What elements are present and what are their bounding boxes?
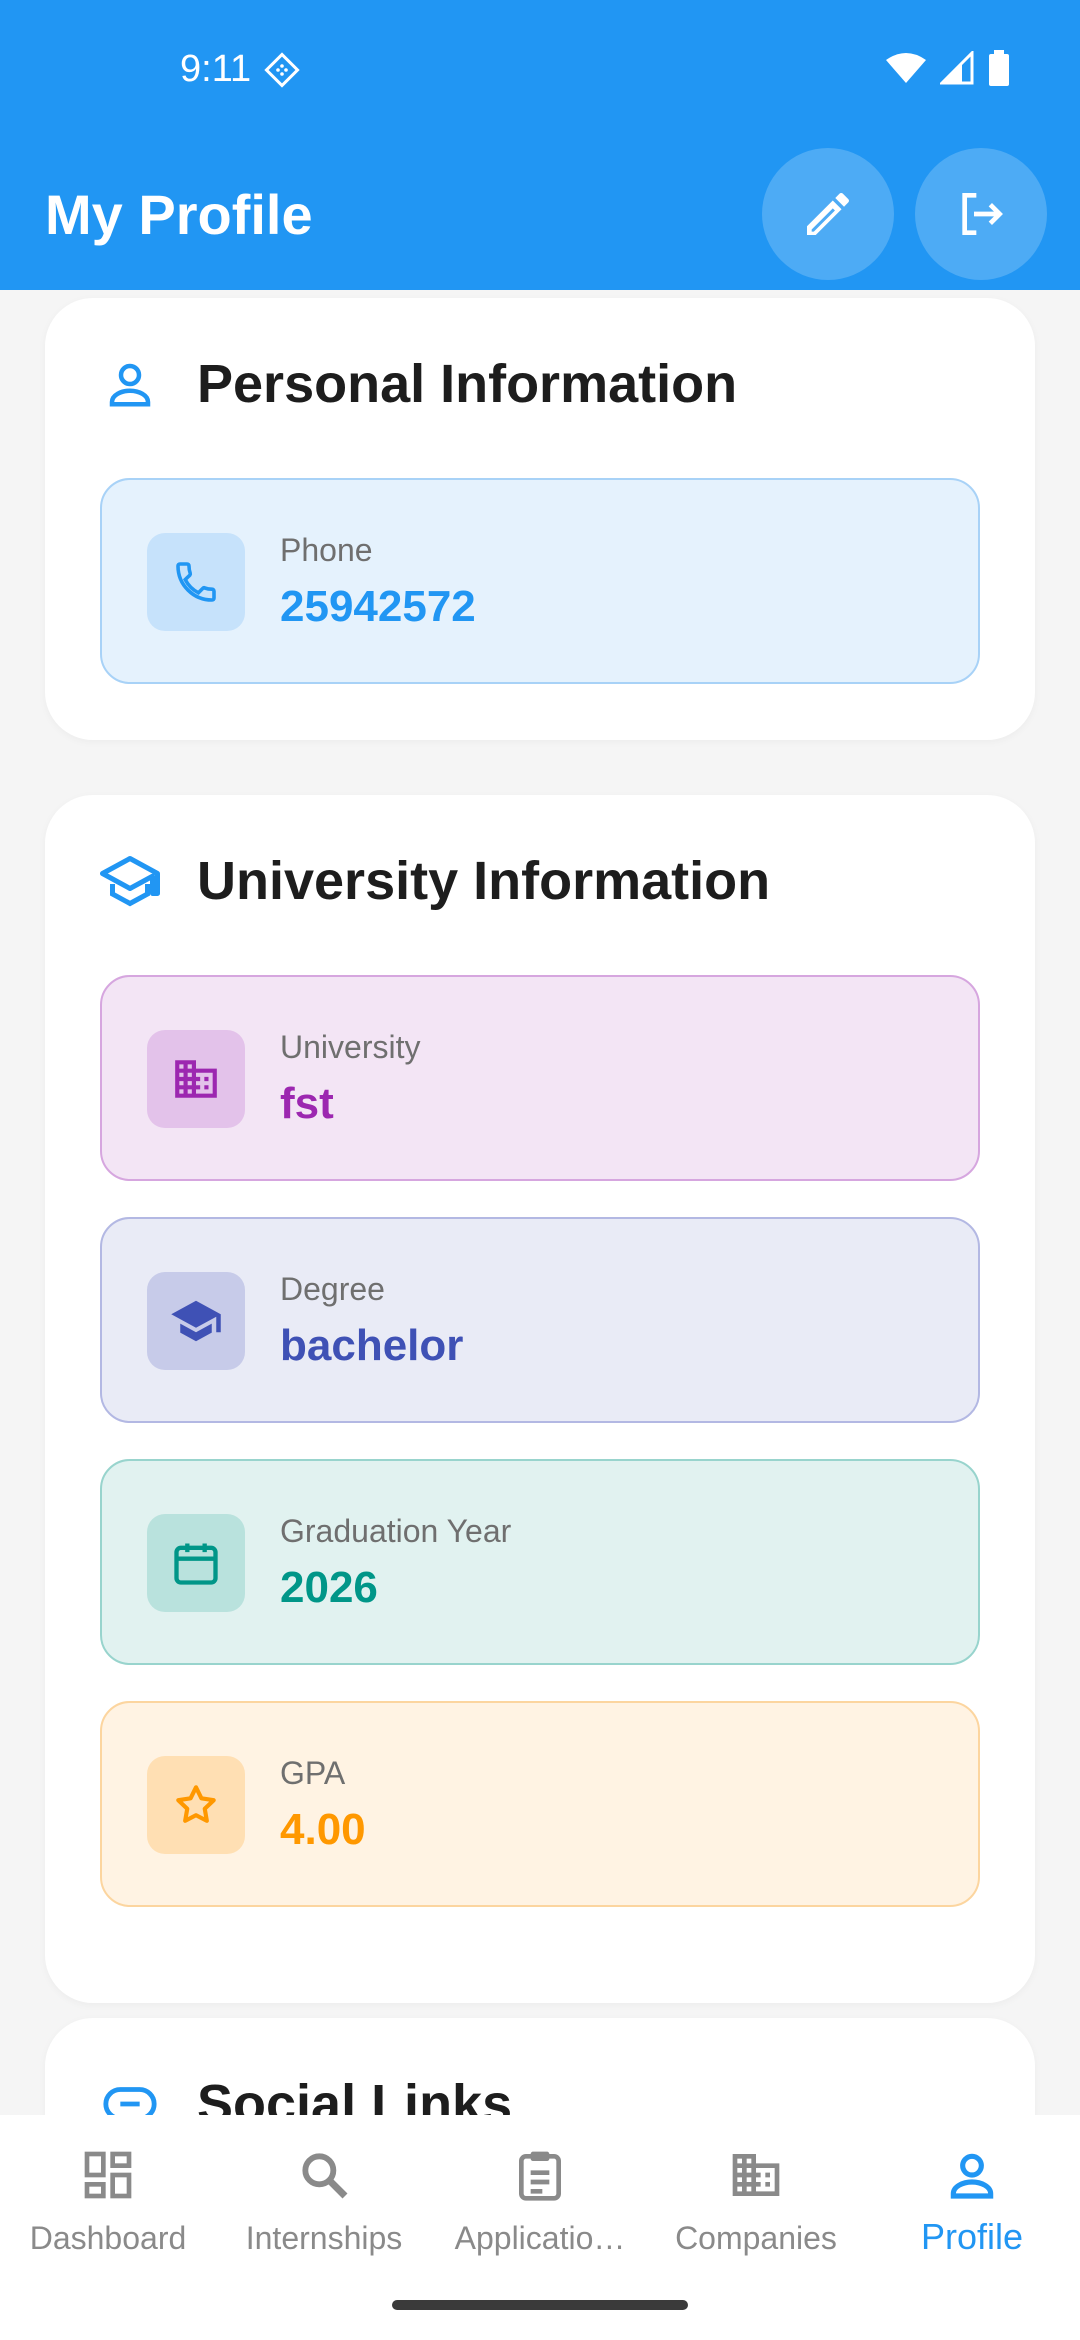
personal-info-header: Personal Information [100,353,737,415]
degree-label: Degree [280,1271,385,1307]
logout-icon [962,193,1003,235]
phone-icon [147,533,245,631]
pencil-icon [807,192,849,235]
status-icons [886,50,1010,86]
building-icon [648,2140,864,2210]
nav-dashboard-label: Dashboard [29,2220,187,2256]
signal-icon [940,51,974,85]
gpa-value: 4.00 [280,1805,366,1854]
person-icon [864,2140,1080,2210]
logout-button[interactable] [915,148,1047,280]
nav-internships[interactable]: Internships [216,2140,432,2270]
graduation-year-info: Graduation Year 2026 [100,1459,980,1665]
calendar-icon [147,1514,245,1612]
nav-dashboard[interactable]: Dashboard [0,2140,216,2270]
link-icon [100,2074,160,2115]
social-links-header: Social Links [100,2073,512,2115]
profile-screen: 9:11 My Profile Personal Information Pho… [0,0,1080,2340]
degree-value: bachelor [280,1321,464,1370]
personal-info-card: Personal Information Phone 25942572 [45,298,1035,740]
sim-card-icon [264,52,300,88]
nav-applications[interactable]: Applicatio… [432,2140,648,2270]
degree-info: Degree bachelor [100,1217,980,1423]
app-bar: 9:11 My Profile [0,0,1080,290]
phone-label: Phone [280,532,373,568]
phone-info: Phone 25942572 [100,478,980,684]
social-links-card: Social Links [45,2018,1035,2115]
clipboard-icon [432,2140,648,2210]
nav-companies-label: Companies [675,2220,837,2256]
university-info-card: University Information University fst De… [45,795,1035,2003]
phone-value: 25942572 [280,582,476,631]
university-value: fst [280,1079,334,1128]
nav-profile[interactable]: Profile [864,2140,1080,2270]
status-time: 9:11 [180,48,252,90]
graduation-cap-icon [147,1272,245,1370]
university-info-header: University Information [100,850,770,912]
edit-profile-button[interactable] [762,148,894,280]
university-label: University [280,1029,421,1065]
star-outline-icon [147,1756,245,1854]
graduation-year-value: 2026 [280,1563,378,1612]
university-info: University fst [100,975,980,1181]
university-info-title: University Information [197,851,771,911]
nav-companies[interactable]: Companies [648,2140,864,2270]
social-links-title: Social Links [197,2074,513,2115]
gpa-info: GPA 4.00 [100,1701,980,1907]
gpa-label: GPA [280,1755,346,1791]
nav-internships-label: Internships [245,2220,403,2256]
nav-applications-label: Applicatio… [454,2220,626,2256]
personal-info-title: Personal Information [197,354,738,414]
person-outline-icon [100,354,160,414]
profile-content[interactable]: Personal Information Phone 25942572 Univ… [0,290,1080,2115]
dashboard-icon [0,2140,216,2210]
building-icon [147,1030,245,1128]
page-title: My Profile [45,183,313,246]
battery-icon [989,50,1009,86]
search-icon [216,2140,432,2210]
graduation-year-label: Graduation Year [280,1513,512,1549]
school-outline-icon [100,851,160,911]
home-indicator[interactable] [392,2300,688,2310]
wifi-icon [886,53,926,83]
nav-profile-label: Profile [920,2216,1024,2257]
